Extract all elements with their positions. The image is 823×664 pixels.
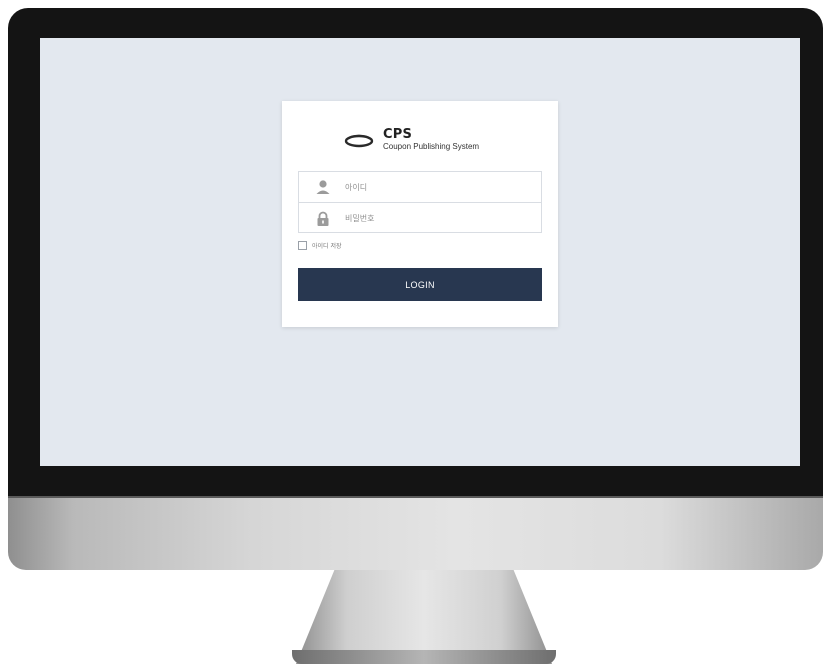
login-button[interactable]: LOGIN [298, 268, 542, 301]
monitor-stand-base [292, 650, 556, 664]
password-input[interactable] [345, 214, 515, 223]
login-card: CPS Coupon Publishing System 아이디 아이디 저장 … [282, 101, 558, 327]
username-input[interactable] [345, 182, 515, 192]
password-row [299, 203, 541, 234]
user-icon [315, 179, 331, 195]
lock-icon [315, 211, 331, 227]
credentials-group [298, 171, 542, 233]
monitor-chin [8, 496, 823, 570]
cps-logo-icon [344, 134, 374, 147]
logo: CPS Coupon Publishing System [344, 128, 479, 151]
app-subtitle: Coupon Publishing System [383, 142, 480, 151]
remember-id-checkbox[interactable] [298, 241, 307, 250]
app-title: CPS [383, 127, 413, 142]
remember-id-row[interactable]: 아이디 저장 [298, 241, 342, 250]
username-row [299, 172, 541, 203]
remember-id-label: 아이디 저장 [312, 243, 342, 250]
